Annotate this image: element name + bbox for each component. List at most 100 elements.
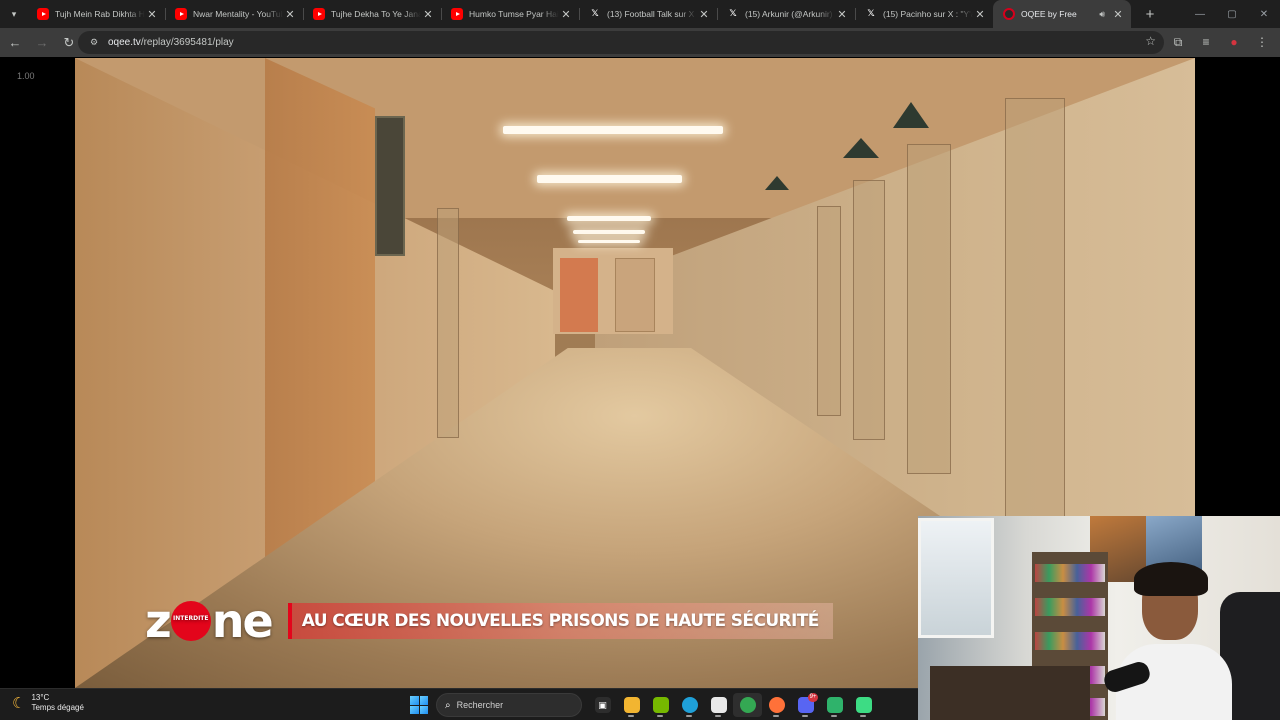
show-banner: z INTERDITE ne AU CŒUR DES NOUVELLES PRISO… <box>145 598 833 644</box>
close-icon[interactable]: ✕ <box>835 8 849 21</box>
new-tab-button[interactable]: + <box>1139 3 1161 25</box>
profile-avatar-icon[interactable]: ● <box>1222 30 1246 54</box>
taskbar-app-firefox[interactable] <box>762 693 791 717</box>
close-icon[interactable]: ✕ <box>421 8 435 21</box>
video-scene-end-door <box>615 258 655 332</box>
video-scene-orange-door <box>560 258 598 332</box>
ceiling-light <box>573 230 645 234</box>
url-text[interactable]: oqee.tv/replay/3695481/play <box>108 37 234 48</box>
youtube-icon <box>313 8 325 20</box>
shelf-items <box>1035 598 1105 616</box>
tab-title: Tujh Mein Rab Dikhta Ha <box>55 9 145 19</box>
cell-door <box>907 144 951 474</box>
taskbar-app-nvidia[interactable] <box>646 693 675 717</box>
taskbar-app-chrome[interactable] <box>733 693 762 717</box>
tab-title: Humko Tumse Pyar Hai ( <box>469 9 559 19</box>
tab-list: Tujh Mein Rab Dikhta Ha ✕ Nwar Mentality… <box>27 0 1131 28</box>
browser-toolbar: ← → ↻ ⚙ oqee.tv/replay/3695481/play ☆ ⧉ … <box>0 28 1280 57</box>
youtube-icon <box>175 8 187 20</box>
toolbar-actions: ⧉ ≡ ● ⋮ <box>1162 30 1274 54</box>
extensions-puzzle-icon[interactable]: ⧉ <box>1166 30 1190 54</box>
close-icon[interactable]: ✕ <box>1111 8 1125 21</box>
cell-door <box>1005 98 1065 538</box>
close-window-button[interactable]: ✕ <box>1248 0 1280 28</box>
tab-3[interactable]: Humko Tumse Pyar Hai ( ✕ <box>441 0 579 28</box>
site-info-icon[interactable]: ⚙ <box>84 37 104 48</box>
episode-title-banner: AU CŒUR DES NOUVELLES PRISONS DE HAUTE S… <box>287 603 833 639</box>
cell-lamp <box>893 102 929 128</box>
cell-door <box>437 208 459 438</box>
taskbar-app-microsoft-store[interactable] <box>704 693 733 717</box>
notification-badge: 9+ <box>808 693 818 702</box>
android-app-icon <box>855 697 872 713</box>
bookmark-star-icon[interactable]: ☆ <box>1145 34 1156 48</box>
tab-6[interactable]: 𝕏 (15) Pacinho sur X : "Y'a 1 ✕ <box>855 0 993 28</box>
xbox-gamebar-icon <box>826 697 843 713</box>
playback-speed: 1.00 <box>17 71 35 81</box>
forward-button[interactable]: → <box>30 31 54 55</box>
tab-search-button[interactable]: ▾ <box>3 3 25 25</box>
tab-title: (15) Pacinho sur X : "Y'a 1 <box>883 9 973 19</box>
taskbar-app-xbox-gamebar[interactable] <box>820 693 849 717</box>
shelf-items <box>1035 564 1105 582</box>
taskbar-search[interactable]: ⌕ Rechercher <box>436 693 582 717</box>
ceiling-light <box>578 240 640 243</box>
tab-4[interactable]: 𝕏 (13) Football Talk sur X : " ✕ <box>579 0 717 28</box>
microsoft-store-icon <box>710 697 727 713</box>
video-scene-window <box>375 116 405 256</box>
close-icon[interactable]: ✕ <box>283 8 297 21</box>
cell-door <box>853 180 885 440</box>
file-explorer-icon <box>623 697 640 713</box>
webcam-streamer <box>1116 562 1232 720</box>
weather-widget[interactable]: ☾ 13°C Temps dégagé <box>12 693 84 713</box>
ceiling-light <box>503 126 723 134</box>
close-icon[interactable]: ✕ <box>697 8 711 21</box>
speaker-icon[interactable]: 🔊︎ <box>1099 9 1105 20</box>
moon-icon: ☾ <box>12 695 26 712</box>
zone-interdite-logo: z INTERDITE ne <box>145 598 274 644</box>
close-icon[interactable]: ✕ <box>559 8 573 21</box>
maximize-button[interactable]: ▢ <box>1216 0 1248 28</box>
tab-0[interactable]: Tujh Mein Rab Dikhta Ha ✕ <box>27 0 165 28</box>
back-button[interactable]: ← <box>3 31 27 55</box>
tab-title: (15) Arkunir (@Arkunir) / <box>745 9 835 19</box>
tab-title: (13) Football Talk sur X : " <box>607 9 697 19</box>
logo-prefix: z <box>145 594 172 648</box>
x-icon: 𝕏 <box>867 9 875 19</box>
windows-taskbar: ☾ 13°C Temps dégagé ⌕ Rechercher ▣ 9+ <box>0 688 918 720</box>
firefox-icon <box>768 697 785 713</box>
episode-title: AU CŒUR DES NOUVELLES PRISONS DE HAUTE S… <box>301 611 820 631</box>
shelf-items <box>1035 632 1105 650</box>
x-icon: 𝕏 <box>729 9 737 19</box>
minimize-button[interactable]: — <box>1184 0 1216 28</box>
weather-text: 13°C Temps dégagé <box>31 693 83 713</box>
url-host: oqee.tv <box>108 37 141 48</box>
tab-5[interactable]: 𝕏 (15) Arkunir (@Arkunir) / ✕ <box>717 0 855 28</box>
tab-2[interactable]: Tujhe Dekha To Ye Jana s ✕ <box>303 0 441 28</box>
close-icon[interactable]: ✕ <box>145 8 159 21</box>
ceiling-light <box>567 216 651 221</box>
tab-7-active[interactable]: OQEE by Free 🔊︎ ✕ <box>993 0 1131 28</box>
kebab-menu-icon[interactable]: ⋮ <box>1250 30 1274 54</box>
edge-icon <box>681 697 698 713</box>
tab-title: OQEE by Free <box>1021 9 1077 19</box>
webcam-window <box>918 518 994 638</box>
webcam-desk <box>930 666 1090 720</box>
media-controls-icon[interactable]: ≡ <box>1194 30 1218 54</box>
close-icon[interactable]: ✕ <box>973 8 987 21</box>
taskbar-app-file-explorer[interactable] <box>617 693 646 717</box>
taskbar-app-edge[interactable] <box>675 693 704 717</box>
taskbar-app-task-view[interactable]: ▣ <box>588 693 617 717</box>
logo-badge: INTERDITE <box>173 615 209 622</box>
task-view-icon: ▣ <box>594 697 611 713</box>
arrow-right-icon: → <box>35 35 49 50</box>
taskbar-app-discord[interactable]: 9+ <box>791 693 820 717</box>
windows-start-icon[interactable] <box>410 696 428 714</box>
youtube-icon <box>37 8 49 20</box>
address-bar[interactable]: ⚙ oqee.tv/replay/3695481/play ☆ <box>78 31 1164 54</box>
taskbar-app-android-app[interactable] <box>849 693 878 717</box>
url-path: /replay/3695481/play <box>140 37 234 48</box>
tab-1[interactable]: Nwar Mentality - YouTub ✕ <box>165 0 303 28</box>
weather-description: Temps dégagé <box>31 703 84 712</box>
window-controls: — ▢ ✕ <box>1184 0 1280 28</box>
